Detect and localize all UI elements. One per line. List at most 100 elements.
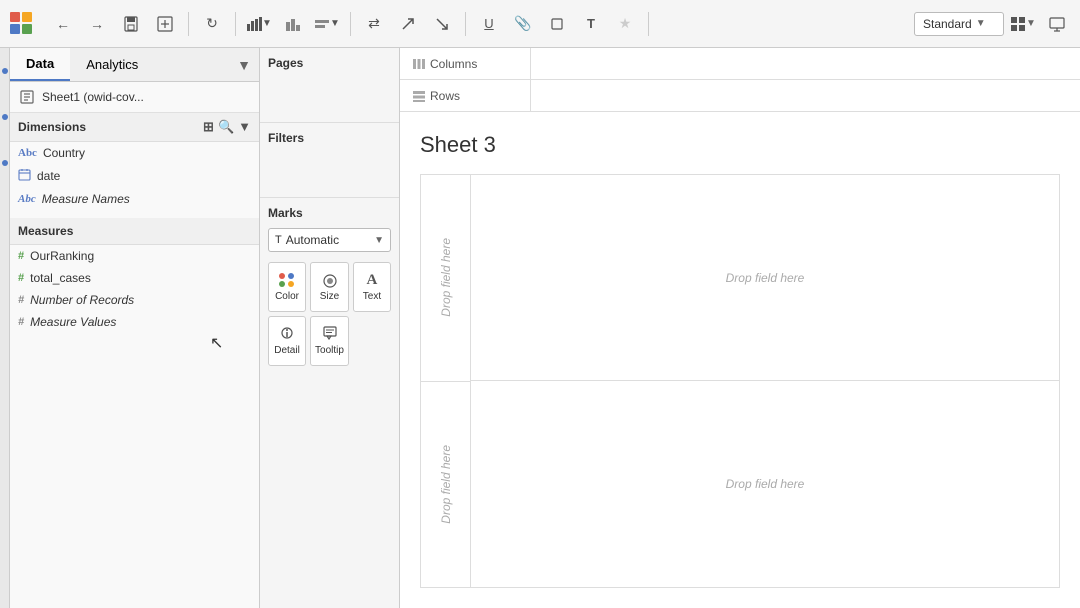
canvas-drop-left-bottom[interactable]: Drop field here [421,382,470,588]
field-date[interactable]: date [10,164,259,188]
standard-dropdown[interactable]: Standard ▼ [914,12,1004,36]
size-icon [322,273,338,289]
main-layout: Data Analytics ▼ Sheet1 (owid-cov... Dim… [0,48,1080,608]
field-country[interactable]: Abc Country [10,142,259,164]
chart-button-2[interactable]: ▼ [312,9,342,39]
marks-color-button[interactable]: Color [268,262,306,312]
columns-content[interactable] [530,48,1080,79]
columns-label-text: Columns [430,57,477,71]
left-edge-dot-3 [2,160,8,166]
columns-row: Columns [400,48,1080,80]
field-measure-values[interactable]: # Measure Values [10,311,259,333]
canvas-right-column: Drop field here Drop field here [471,175,1059,587]
marks-buttons-grid: Color Size A Text [268,262,391,366]
rows-row: Rows [400,80,1080,112]
text-button[interactable]: T [576,9,606,39]
marks-tooltip-button[interactable]: Tooltip [310,316,349,366]
panel-tab-arrow[interactable]: ▼ [229,53,259,77]
marks-size-label: Size [320,291,339,302]
nav-back-button[interactable]: ← [48,9,78,39]
marks-text-button[interactable]: A Text [353,262,391,312]
nav-forward-button[interactable]: → [82,9,112,39]
marks-detail-button[interactable]: Detail [268,316,306,366]
sort-asc-button[interactable] [393,9,423,39]
separator-2 [235,12,236,36]
dimensions-expand-icon[interactable]: ▼ [238,119,251,135]
separator-6 [648,12,649,36]
sort-desc-button[interactable] [427,9,457,39]
hash-icon-measure-values: # [18,316,24,328]
paperclip-button[interactable]: 📎 [508,9,538,39]
app-logo [8,10,36,38]
chart-button-1[interactable] [278,9,308,39]
filters-label: Filters [268,131,391,145]
dimensions-header-icons: ⊞ 🔍 ▼ [203,119,251,135]
detail-icon [280,326,294,343]
panel-tabs: Data Analytics ▼ [10,48,259,82]
cal-icon-date [18,168,31,184]
field-ourranking[interactable]: # OurRanking [10,245,259,267]
columns-label: Columns [400,57,530,71]
canvas-drop-left-top[interactable]: Drop field here [421,175,470,382]
marks-type-dropdown[interactable]: T Automatic ▼ [268,228,391,252]
cursor-area: ↖ [10,333,259,353]
tooltip-icon [323,326,337,343]
marks-type-label: Automatic [286,233,339,247]
separator-3 [350,12,351,36]
rows-label: Rows [400,89,530,103]
marks-panel: Marks T Automatic ▼ Color [260,198,399,608]
pages-section: Pages [260,48,399,123]
star-button[interactable]: ★ [610,9,640,39]
left-panel: Data Analytics ▼ Sheet1 (owid-cov... Dim… [10,48,260,608]
dimensions-search-icon[interactable]: 🔍 [218,119,234,135]
add-datasource-button[interactable] [150,9,180,39]
underline-button[interactable]: U [474,9,504,39]
canvas-drop-right-top[interactable]: Drop field here [471,175,1059,381]
pages-content[interactable] [268,74,391,114]
sheet-name: Sheet1 (owid-cov... [42,90,144,104]
cursor-icon: ↖ [210,333,223,353]
hash-icon-ourranking: # [18,250,24,262]
field-number-of-records-label: Number of Records [30,293,134,307]
abc-icon-measure-names: Abc [18,193,36,205]
toolbar: ← → ↻ ▼ ▼ ⇄ U 📎 T ★ Standar [0,0,1080,48]
middle-panel: Pages Filters Marks T Automatic ▼ [260,48,400,608]
pages-label: Pages [268,56,391,70]
color-dot-blue [288,273,294,279]
field-total-cases[interactable]: # total_cases [10,267,259,289]
marks-label: Marks [268,206,391,220]
save-button[interactable] [116,9,146,39]
field-country-label: Country [43,146,85,160]
color-dot-green [279,281,285,287]
marks-detail-label: Detail [274,345,300,356]
view-mode-button[interactable]: ▼ [1008,9,1038,39]
filters-content[interactable] [268,149,391,189]
left-edge [0,48,10,608]
tab-data[interactable]: Data [10,48,70,81]
rows-content[interactable] [530,80,1080,111]
canvas-drop-right-bottom[interactable]: Drop field here [471,381,1059,587]
separator-4 [465,12,466,36]
show-me-button[interactable]: ▼ [244,9,274,39]
field-number-of-records[interactable]: # Number of Records [10,289,259,311]
present-button[interactable] [1042,9,1072,39]
toolbar-right: Standard ▼ ▼ [914,9,1072,39]
swap-button[interactable]: ⇄ [359,9,389,39]
drop-field-left-bottom: Drop field here [439,445,453,524]
refresh-button[interactable]: ↻ [197,9,227,39]
sheet-item[interactable]: Sheet1 (owid-cov... [10,82,259,113]
dimensions-header: Dimensions ⊞ 🔍 ▼ [10,113,259,142]
tab-analytics[interactable]: Analytics [70,49,154,80]
separator-1 [188,12,189,36]
canvas-area: Columns Rows Sheet 3 Drop field here [400,48,1080,608]
field-measure-names[interactable]: Abc Measure Names [10,188,259,210]
separator-5[interactable] [542,9,572,39]
drop-field-right-bottom: Drop field here [726,477,805,491]
marks-type-icon: T [275,234,282,246]
dimensions-grid-icon[interactable]: ⊞ [203,119,214,135]
dimensions-label: Dimensions [18,120,86,134]
field-ourranking-label: OurRanking [30,249,94,263]
canvas-grid[interactable]: Drop field here Drop field here Drop fie… [420,174,1060,588]
marks-size-button[interactable]: Size [310,262,349,312]
color-dot-red [279,273,285,279]
